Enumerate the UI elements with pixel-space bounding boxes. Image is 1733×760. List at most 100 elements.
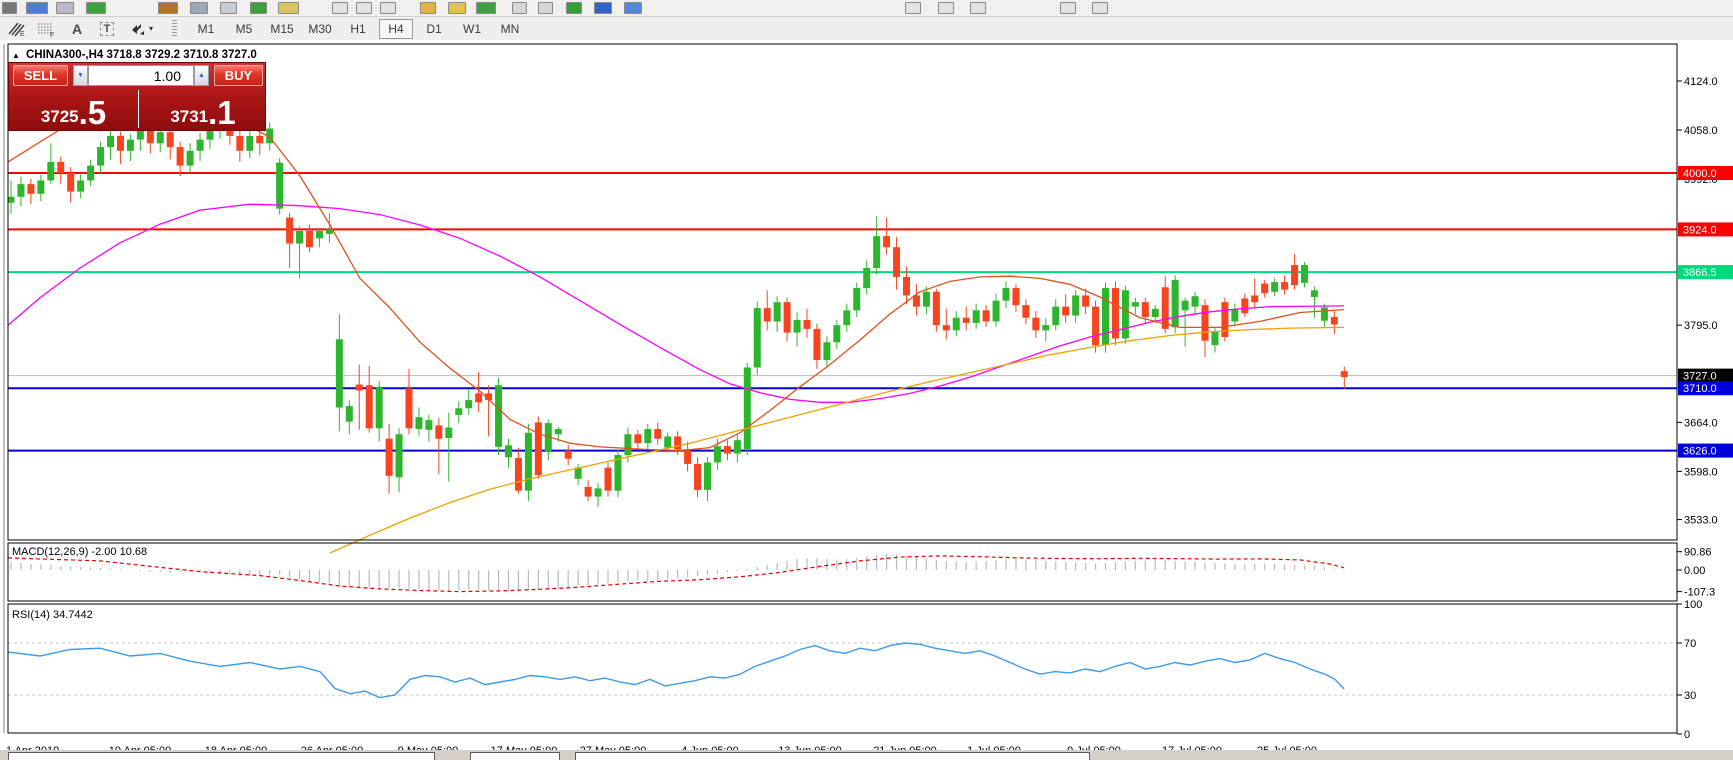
candle <box>843 310 850 325</box>
rsi-tick: 100 <box>1684 599 1702 611</box>
candle <box>1072 295 1079 315</box>
toolbar-icon-fragment[interactable] <box>512 2 527 14</box>
candle <box>306 231 313 247</box>
toolbar-icon-fragment[interactable] <box>380 2 396 14</box>
toolbar-icon-fragment[interactable] <box>1092 2 1108 14</box>
candle <box>1032 318 1039 331</box>
candle <box>197 140 204 151</box>
candle <box>903 277 910 296</box>
candle <box>605 468 612 491</box>
timeframe-button-MN[interactable]: MN <box>493 19 527 39</box>
candle <box>47 162 54 181</box>
ma-long-orange <box>330 327 1344 553</box>
candle <box>505 445 512 457</box>
toolbar-icon-fragment[interactable] <box>2 2 17 14</box>
chart-title: CHINA300-,H4 3718.8 3729.2 3710.8 3727.0 <box>26 49 257 61</box>
toolbar-icon-fragment[interactable] <box>420 2 436 14</box>
candle <box>376 387 383 429</box>
toolbar-icon-fragment[interactable] <box>538 2 553 14</box>
timeframe-button-W1[interactable]: W1 <box>455 19 489 39</box>
timeframe-button-H1[interactable]: H1 <box>341 19 375 39</box>
candle <box>1291 265 1298 285</box>
pane-border <box>8 543 1677 601</box>
candle <box>1331 317 1338 324</box>
toolbar-icon-fragment[interactable] <box>566 2 582 14</box>
main-toolbar-clipped[interactable] <box>0 0 1733 17</box>
chart-window[interactable]: 4124.04058.03992.03795.03664.03598.03533… <box>0 40 1733 750</box>
buy-button[interactable]: BUY <box>214 65 263 86</box>
candle <box>644 429 651 443</box>
timeframe-button-M30[interactable]: M30 <box>303 19 337 39</box>
candle <box>1012 288 1019 305</box>
toolbar-icon-fragment[interactable] <box>26 2 48 14</box>
candle <box>515 458 522 491</box>
candle <box>555 429 562 434</box>
timeframe-button-D1[interactable]: D1 <box>417 19 451 39</box>
candle <box>396 434 403 477</box>
toolbar-icon-fragment[interactable] <box>356 2 372 14</box>
bottom-window-tab[interactable] <box>8 752 435 760</box>
toolbar-drag-handle[interactable] <box>172 20 177 38</box>
pane-border <box>8 604 1677 733</box>
timeframe-button-H4[interactable]: H4 <box>379 19 413 39</box>
candle <box>1122 290 1129 338</box>
toolbar-icon-fragment[interactable] <box>1060 2 1076 14</box>
sell-price[interactable]: 3725.5 <box>9 89 138 130</box>
candle <box>1202 305 1209 341</box>
chart-canvas[interactable]: 4124.04058.03992.03795.03664.03598.03533… <box>0 40 1733 750</box>
toolbar-icon-fragment[interactable] <box>190 2 208 14</box>
candle <box>97 147 104 166</box>
candle <box>167 132 174 147</box>
timeframe-button-M15[interactable]: M15 <box>265 19 299 39</box>
candle <box>366 385 373 428</box>
bottom-window-tab[interactable] <box>470 752 560 760</box>
candle <box>525 433 532 491</box>
fibonacci-retracement-tool[interactable]: F <box>34 19 60 38</box>
toolbar-icon-fragment[interactable] <box>332 2 348 14</box>
toolbar-icon-fragment[interactable] <box>970 2 986 14</box>
sell-button[interactable]: SELL <box>13 65 68 86</box>
volume-increase-button[interactable]: ▲ <box>194 65 209 86</box>
toolbar-icon-fragment[interactable] <box>86 2 106 14</box>
panel-collapse-arrow[interactable]: ▲ <box>12 51 20 60</box>
candle <box>495 385 502 447</box>
candle <box>654 429 661 439</box>
candle <box>17 184 24 197</box>
macd-signal-line <box>8 556 1344 592</box>
candle <box>983 310 990 321</box>
candle <box>953 318 960 331</box>
candle <box>1341 371 1348 377</box>
candle <box>1052 307 1059 326</box>
toolbar-icon-fragment[interactable] <box>938 2 954 14</box>
candle <box>1182 301 1189 311</box>
timeframe-button-M5[interactable]: M5 <box>227 19 261 39</box>
candle <box>326 229 333 233</box>
toolbar-icon-fragment[interactable] <box>250 2 267 14</box>
toolbar-icon-fragment[interactable] <box>448 2 466 14</box>
toolbar-icon-fragment[interactable] <box>220 2 237 14</box>
candle <box>724 446 731 453</box>
toolbar-icon-fragment[interactable] <box>905 2 921 14</box>
candle <box>475 393 482 402</box>
volume-decrease-button[interactable]: ▼ <box>73 65 88 86</box>
candle <box>664 436 671 447</box>
toolbar-icon-fragment[interactable] <box>278 2 299 14</box>
arrows-tool[interactable]: ▾ <box>124 19 158 38</box>
volume-input[interactable] <box>88 65 194 86</box>
toolbar-icon-fragment[interactable] <box>624 2 642 14</box>
candle <box>893 247 900 277</box>
text-label-tool[interactable]: T <box>94 19 120 38</box>
candle <box>535 422 542 475</box>
toolbar-icon-fragment[interactable] <box>594 2 612 14</box>
buy-price[interactable]: 3731.1 <box>139 89 267 130</box>
svg-text:3710.0: 3710.0 <box>1683 383 1717 395</box>
line-studies-toolbar: E F A T ▾ M1M5M15M30H1H4D1W1MN <box>0 17 1733 41</box>
toolbar-icon-fragment[interactable] <box>476 2 496 14</box>
timeframe-button-M1[interactable]: M1 <box>189 19 223 39</box>
macd-label: MACD(12,26,9) -2.00 10.68 <box>12 546 147 558</box>
text-tool[interactable]: A <box>64 19 90 38</box>
bottom-window-tab[interactable] <box>575 752 1090 760</box>
toolbar-icon-fragment[interactable] <box>56 2 74 14</box>
toolbar-icon-fragment[interactable] <box>158 2 178 14</box>
equidistant-channel-tool[interactable]: E <box>4 19 30 38</box>
